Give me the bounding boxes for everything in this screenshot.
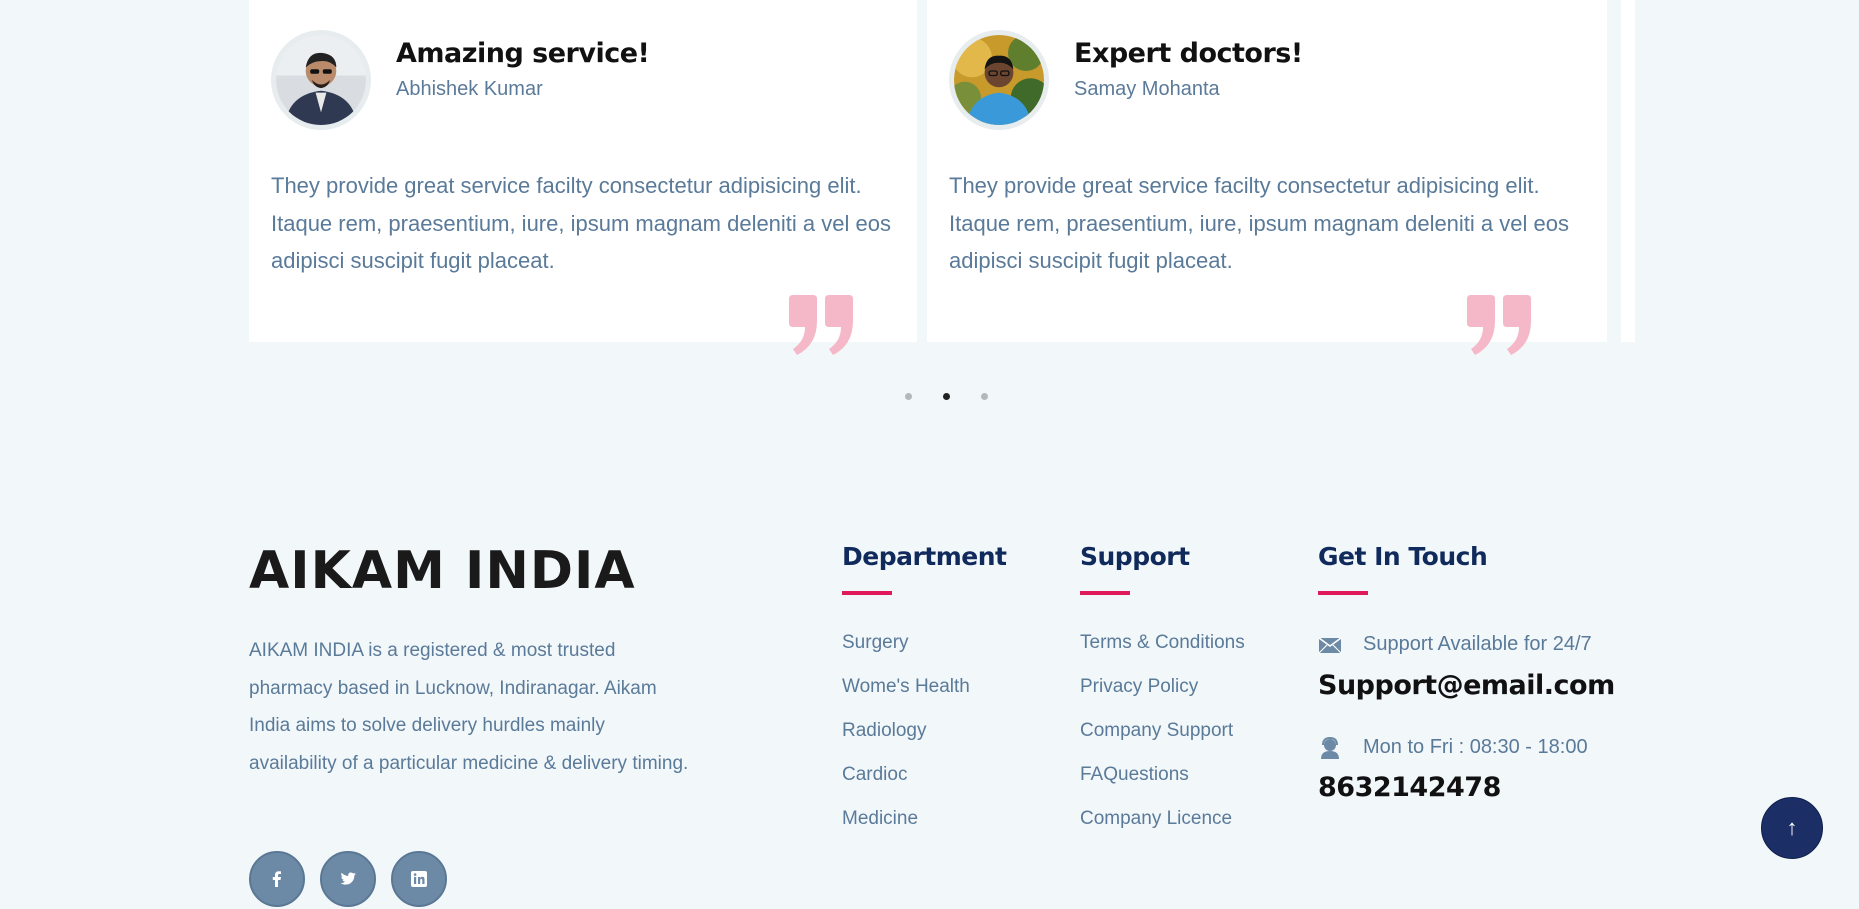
footer-about-text: AIKAM INDIA is a registered & most trust… [249, 640, 689, 774]
department-links: Surgery Wome's Health Radiology Cardioc … [842, 632, 1007, 852]
link-licence[interactable]: Company Licence [1080, 808, 1245, 852]
testimonial-card-partial [1621, 0, 1635, 342]
link-medicine[interactable]: Medicine [842, 808, 1007, 852]
support-links: Terms & Conditions Privacy Policy Compan… [1080, 632, 1245, 852]
social-links [249, 851, 447, 907]
linkedin-icon [411, 871, 427, 887]
avatar [949, 30, 1049, 130]
envelope-icon [1318, 636, 1342, 653]
testimonial-title: Expert doctors! [1074, 38, 1303, 69]
testimonial-title: Amazing service! [396, 38, 650, 69]
phone-number-link[interactable]: 8632142478 [1318, 772, 1501, 803]
link-company-support[interactable]: Company Support [1080, 720, 1245, 764]
footer-brand: AIKAM INDIA [249, 541, 636, 601]
facebook-button[interactable] [249, 851, 305, 907]
link-surgery[interactable]: Surgery [842, 632, 1007, 676]
testimonial-card: Expert doctors! Samay Mohanta They provi… [927, 0, 1607, 355]
testimonial-card: Amazing service! Abhishek Kumar They pro… [249, 0, 917, 355]
quote-icon [789, 295, 853, 355]
carousel-dot[interactable] [981, 393, 988, 400]
footer-department-column: Department Surgery Wome's Health Radiolo… [842, 542, 1007, 852]
footer-support-column: Support Terms & Conditions Privacy Polic… [1080, 542, 1245, 852]
link-faq[interactable]: FAQuestions [1080, 764, 1245, 808]
heading-underline [1318, 591, 1368, 595]
link-terms[interactable]: Terms & Conditions [1080, 632, 1245, 676]
linkedin-button[interactable] [391, 851, 447, 907]
heading-underline [1080, 591, 1130, 595]
heading-underline [842, 591, 892, 595]
footer-contact-column: Get In Touch [1318, 542, 1488, 595]
support-heading: Support [1080, 542, 1190, 571]
back-to-top-button[interactable]: ↑ [1761, 797, 1823, 859]
testimonial-text: They provide great service facilty conse… [949, 173, 1569, 273]
twitter-button[interactable] [320, 851, 376, 907]
avatar [271, 30, 371, 130]
arrow-up-icon: ↑ [1786, 815, 1798, 840]
email-label: Support Available for 24/7 [1363, 633, 1592, 655]
twitter-icon [340, 872, 356, 885]
link-radiology[interactable]: Radiology [842, 720, 1007, 764]
link-womens-health[interactable]: Wome's Health [842, 676, 1007, 720]
quote-icon [1467, 295, 1531, 355]
testimonial-author: Abhishek Kumar [396, 78, 543, 100]
testimonial-text: They provide great service facilty conse… [271, 173, 891, 273]
link-cardio[interactable]: Cardioc [842, 764, 1007, 808]
facebook-icon [272, 871, 281, 887]
support-agent-icon [1321, 736, 1339, 759]
hours-row: Mon to Fri : 08:30 - 18:00 [1318, 736, 1588, 759]
support-email-link[interactable]: Support@email.com [1318, 670, 1615, 701]
carousel-pagination [905, 393, 988, 400]
carousel-dot[interactable] [905, 393, 912, 400]
link-privacy[interactable]: Privacy Policy [1080, 676, 1245, 720]
testimonial-author: Samay Mohanta [1074, 78, 1220, 100]
email-row: Support Available for 24/7 [1318, 633, 1592, 656]
department-heading: Department [842, 542, 1007, 571]
carousel-dot-active[interactable] [943, 393, 950, 400]
testimonial-carousel: Amazing service! Abhishek Kumar They pro… [249, 0, 1635, 355]
contact-heading: Get In Touch [1318, 542, 1488, 571]
hours-label: Mon to Fri : 08:30 - 18:00 [1363, 736, 1588, 758]
